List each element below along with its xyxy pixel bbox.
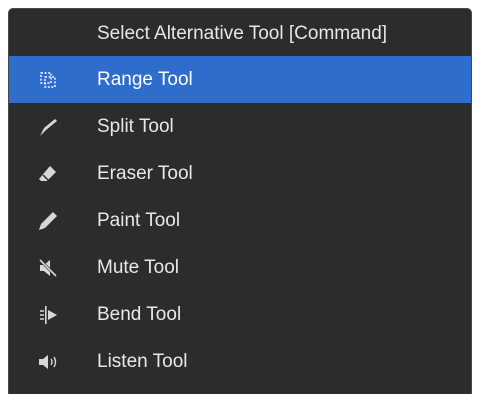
- menu-item-label: Listen Tool: [97, 350, 188, 372]
- menu-item-label: Range Tool: [97, 68, 193, 90]
- menu-item-label: Split Tool: [97, 115, 174, 137]
- menu-item-paint-tool[interactable]: Paint Tool: [9, 197, 471, 244]
- menu-item-eraser-tool[interactable]: Eraser Tool: [9, 150, 471, 197]
- mute-tool-icon: [9, 244, 97, 291]
- alternative-tool-menu: Select Alternative Tool [Command] Range …: [8, 8, 472, 394]
- paint-tool-icon: [9, 197, 97, 244]
- listen-tool-icon: [9, 338, 97, 385]
- range-tool-icon: [9, 56, 97, 103]
- menu-item-label: Mute Tool: [97, 256, 180, 278]
- menu-item-split-tool[interactable]: Split Tool: [9, 103, 471, 150]
- menu-item-label: Paint Tool: [97, 209, 181, 231]
- menu-item-listen-tool[interactable]: Listen Tool: [9, 338, 471, 385]
- menu-item-bend-tool[interactable]: Bend Tool: [9, 291, 471, 338]
- split-tool-icon: [9, 103, 97, 150]
- eraser-tool-icon: [9, 150, 97, 197]
- menu-header: Select Alternative Tool [Command]: [97, 22, 388, 44]
- bend-tool-icon: [9, 291, 97, 338]
- menu-item-range-tool[interactable]: Range Tool: [9, 56, 471, 103]
- menu-item-label: Bend Tool: [97, 303, 182, 325]
- menu-item-label: Eraser Tool: [97, 162, 193, 184]
- menu-item-mute-tool[interactable]: Mute Tool: [9, 244, 471, 291]
